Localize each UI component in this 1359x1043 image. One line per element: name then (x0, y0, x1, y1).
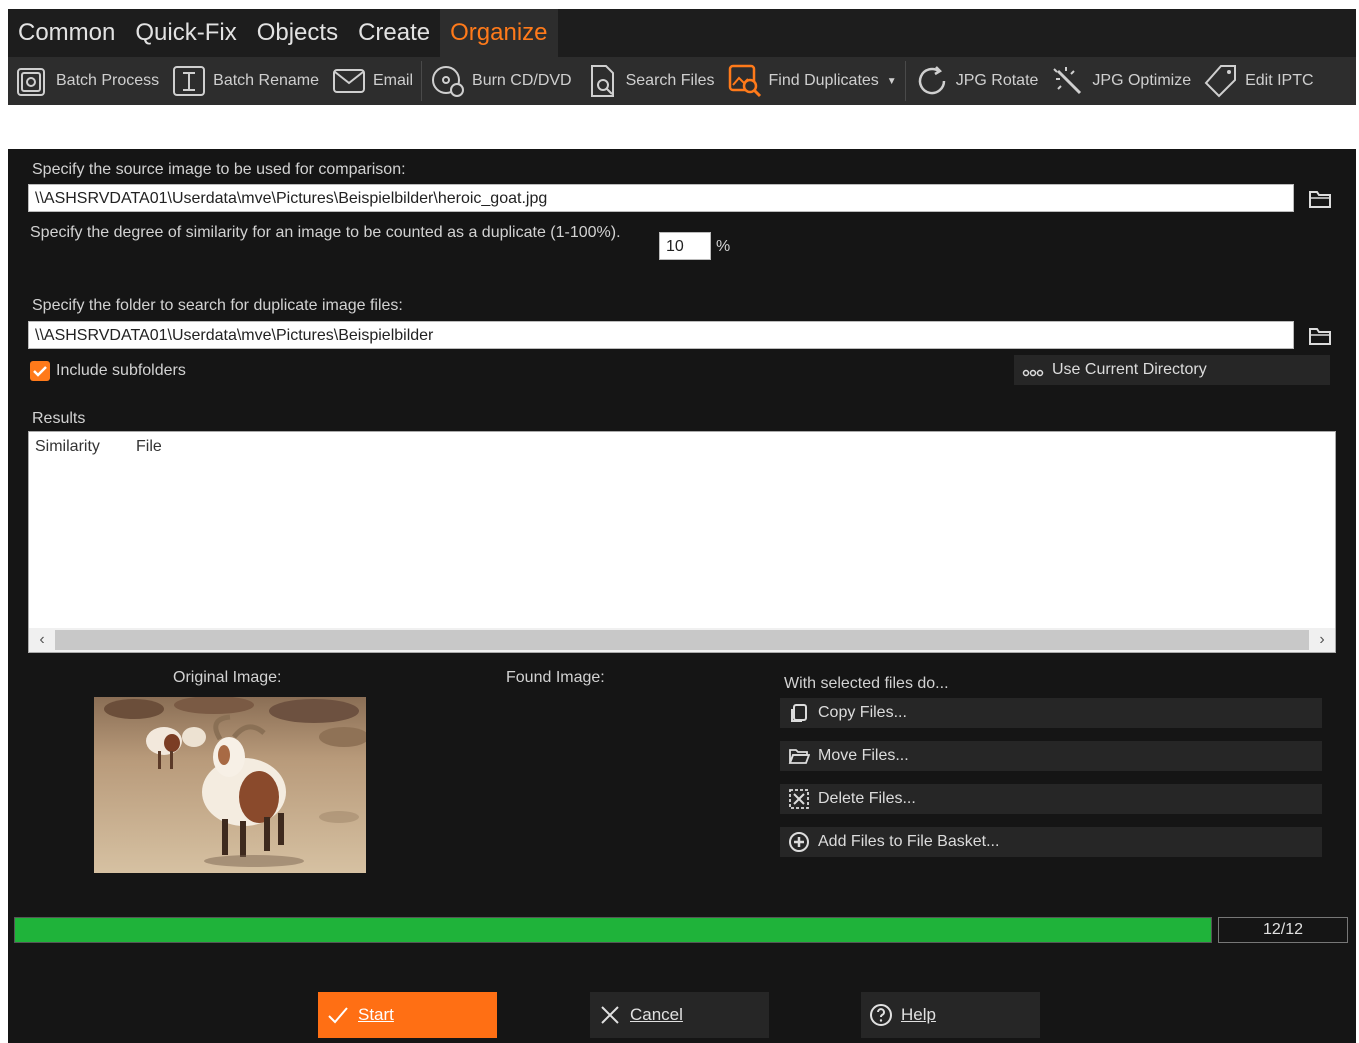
batch-rename-icon (173, 66, 206, 96)
jpg-optimize-button[interactable]: JPG Optimize (1044, 59, 1197, 103)
batch-rename-label: Batch Rename (213, 72, 319, 89)
more-dots-icon (1022, 369, 1044, 377)
found-image-label: Found Image: (506, 669, 605, 686)
magic-wand-icon (1053, 67, 1082, 95)
selected-files-label: With selected files do... (784, 675, 949, 692)
progress-fill (15, 918, 1211, 942)
delete-icon (789, 789, 809, 809)
use-current-directory-label: Use Current Directory (1052, 361, 1207, 378)
help-icon (870, 1004, 892, 1026)
find-duplicates-button[interactable]: Find Duplicates ▼ (721, 59, 903, 103)
rotate-icon (918, 66, 945, 95)
add-circle-icon (789, 832, 809, 852)
progress-bar (14, 917, 1212, 943)
source-label: Specify the source image to be used for … (32, 161, 406, 178)
cancel-button[interactable]: Cancel (590, 992, 769, 1038)
add-to-basket-label: Add Files to File Basket... (818, 833, 1000, 850)
tab-objects[interactable]: Objects (247, 9, 348, 57)
help-button[interactable]: Help (861, 992, 1040, 1038)
include-subfolders-checkbox[interactable] (30, 361, 50, 381)
burn-cd-label: Burn CD/DVD (472, 72, 572, 89)
similarity-label: Specify the degree of similarity for an … (30, 224, 621, 241)
search-files-icon (590, 65, 614, 97)
batch-rename-button[interactable]: Batch Rename (165, 59, 325, 103)
jpg-rotate-button[interactable]: JPG Rotate (908, 59, 1045, 103)
jpg-optimize-label: JPG Optimize (1092, 72, 1192, 89)
results-list[interactable]: Similarity File ‹ › (28, 431, 1336, 653)
help-label: Help (901, 1005, 936, 1024)
results-label: Results (32, 410, 86, 427)
disc-icon (432, 66, 465, 97)
include-subfolders-label: Include subfolders (56, 362, 186, 379)
similarity-unit: % (716, 238, 731, 255)
copy-files-label: Copy Files... (818, 704, 907, 721)
original-image-preview (94, 697, 366, 873)
find-duplicates-dialog: Specify the source image to be used for … (8, 149, 1356, 1043)
progress-count: 12/12 (1218, 917, 1348, 943)
add-to-basket-button[interactable]: Add Files to File Basket... (780, 827, 1322, 857)
menu-tabs: Common Quick-Fix Objects Create Organize (8, 9, 558, 57)
folder-label: Specify the folder to search for duplica… (32, 297, 403, 314)
edit-iptc-button[interactable]: Edit IPTC (1197, 59, 1319, 103)
batch-process-icon (17, 68, 45, 96)
batch-process-label: Batch Process (56, 72, 160, 89)
folder-icon (1309, 191, 1331, 208)
browse-source-button[interactable] (1307, 186, 1333, 212)
find-duplicates-label: Find Duplicates (768, 72, 879, 89)
toolbar-divider (904, 61, 906, 101)
source-path-input[interactable]: \\ASHSRVDATA01\Userdata\mve\Pictures\Bei… (28, 184, 1294, 212)
scrollbar-thumb[interactable] (55, 630, 1309, 650)
cancel-label: Cancel (630, 1005, 683, 1024)
email-icon (333, 69, 365, 93)
column-header-similarity[interactable]: Similarity (35, 438, 100, 456)
close-icon (601, 1006, 619, 1024)
folder-path-input[interactable]: \\ASHSRVDATA01\Userdata\mve\Pictures\Bei… (28, 321, 1294, 349)
edit-iptc-label: Edit IPTC (1245, 72, 1314, 89)
delete-files-button[interactable]: Delete Files... (780, 784, 1322, 814)
column-header-file[interactable]: File (136, 438, 162, 456)
folder-icon (1309, 328, 1331, 345)
delete-files-label: Delete Files... (818, 790, 916, 807)
start-button[interactable]: Start (318, 992, 497, 1038)
batch-process-button[interactable]: Batch Process (8, 59, 165, 103)
search-files-button[interactable]: Search Files (578, 59, 721, 103)
move-files-button[interactable]: Move Files... (780, 741, 1322, 771)
toolbar: Batch Process Batch Rename Email Burn CD… (8, 57, 1356, 105)
tab-create[interactable]: Create (348, 9, 440, 57)
ribbon: Common Quick-Fix Objects Create Organize… (8, 9, 1356, 105)
tab-organize[interactable]: Organize (440, 9, 558, 57)
scroll-right-icon[interactable]: › (1309, 628, 1335, 652)
tab-quick-fix[interactable]: Quick-Fix (125, 9, 246, 57)
tab-common[interactable]: Common (8, 9, 125, 57)
burn-cd-button[interactable]: Burn CD/DVD (424, 59, 578, 103)
toolbar-divider (421, 61, 423, 101)
move-files-label: Move Files... (818, 747, 909, 764)
original-image-label: Original Image: (173, 669, 282, 686)
checkmark-icon (328, 1007, 348, 1024)
tag-icon (1204, 65, 1237, 98)
horizontal-scrollbar[interactable]: ‹ › (29, 628, 1335, 652)
copy-icon (791, 704, 807, 722)
email-label: Email (373, 72, 414, 89)
goat-photo (94, 697, 366, 873)
email-button[interactable]: Email (325, 59, 419, 103)
use-current-directory-button[interactable]: Use Current Directory (1014, 355, 1330, 385)
chevron-down-icon[interactable]: ▼ (887, 76, 897, 87)
checkmark-icon (33, 366, 47, 377)
find-duplicates-icon (728, 64, 761, 98)
scroll-left-icon[interactable]: ‹ (29, 628, 55, 652)
folder-open-icon (788, 749, 810, 764)
browse-folder-button[interactable] (1307, 323, 1333, 349)
jpg-rotate-label: JPG Rotate (955, 72, 1039, 89)
similarity-input[interactable]: 10 (659, 232, 711, 260)
copy-files-button[interactable]: Copy Files... (780, 698, 1322, 728)
start-label: Start (358, 1005, 394, 1024)
search-files-label: Search Files (625, 72, 715, 89)
